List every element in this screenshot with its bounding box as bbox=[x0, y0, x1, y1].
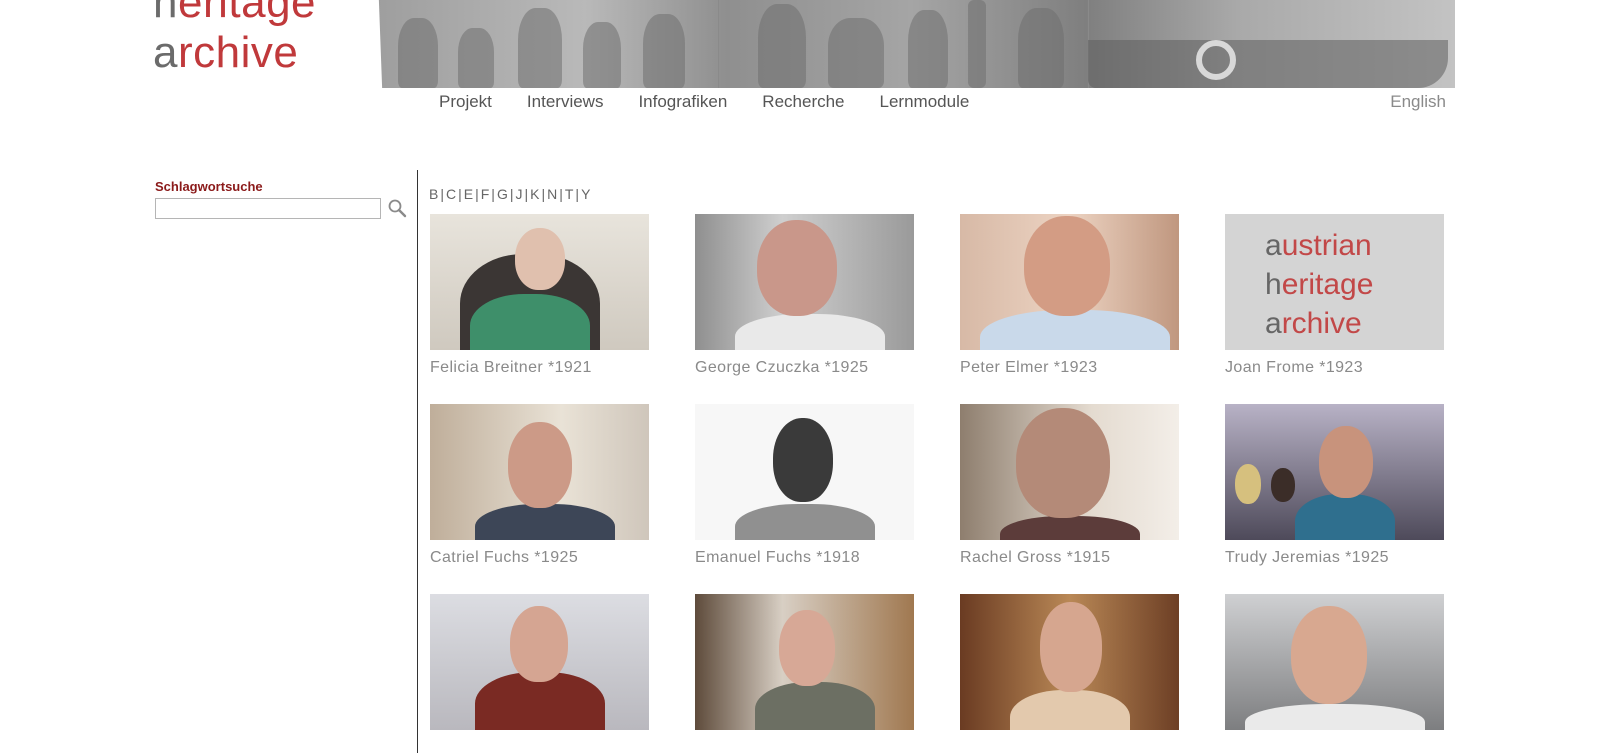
alpha-letter[interactable]: E bbox=[464, 186, 474, 202]
nav-lernmodule[interactable]: Lernmodule bbox=[880, 92, 970, 114]
interview-caption[interactable]: Rachel Gross *1915 bbox=[960, 549, 1179, 567]
nav-interviews[interactable]: Interviews bbox=[527, 92, 604, 114]
interview-card[interactable] bbox=[430, 594, 649, 739]
site-logo[interactable]: heritage archive bbox=[153, 0, 316, 78]
nav-projekt[interactable]: Projekt bbox=[439, 92, 492, 114]
interview-card[interactable]: Peter Elmer *1923 bbox=[960, 214, 1179, 377]
interview-photo[interactable] bbox=[960, 404, 1179, 540]
interview-caption[interactable]: George Czuczka *1925 bbox=[695, 359, 914, 377]
interview-photo[interactable] bbox=[1225, 404, 1444, 540]
sidebar-divider bbox=[417, 170, 418, 753]
alpha-letter[interactable]: B bbox=[429, 186, 439, 202]
main-nav: Projekt Interviews Infografiken Recherch… bbox=[439, 92, 1004, 114]
interview-card[interactable]: Catriel Fuchs *1925 bbox=[430, 404, 649, 567]
logo-line-1: heritage bbox=[153, 0, 317, 27]
interview-caption[interactable]: Felicia Breitner *1921 bbox=[430, 359, 649, 377]
alpha-letter[interactable]: J bbox=[515, 186, 523, 202]
alphabet-filter: B|C|E|F|G|J|K|N|T|Y bbox=[429, 186, 592, 202]
interview-photo[interactable] bbox=[695, 404, 914, 540]
interview-photo[interactable] bbox=[430, 404, 649, 540]
alpha-letter[interactable]: K bbox=[530, 186, 540, 202]
interview-photo[interactable] bbox=[960, 214, 1179, 350]
interview-caption[interactable]: Peter Elmer *1923 bbox=[960, 359, 1179, 377]
nav-recherche[interactable]: Recherche bbox=[762, 92, 844, 114]
search-button[interactable] bbox=[387, 198, 407, 218]
interview-photo[interactable] bbox=[1225, 594, 1444, 730]
keyword-search-input[interactable] bbox=[155, 198, 381, 219]
interview-caption[interactable]: Trudy Jeremias *1925 bbox=[1225, 549, 1444, 567]
logo-line-2: archive bbox=[153, 28, 299, 77]
alpha-letter[interactable]: T bbox=[565, 186, 575, 202]
interview-card[interactable]: Emanuel Fuchs *1918 bbox=[695, 404, 914, 567]
interview-photo[interactable] bbox=[695, 594, 914, 730]
interview-card[interactable] bbox=[695, 594, 914, 739]
language-switch-english[interactable]: English bbox=[1390, 92, 1446, 112]
interview-photo[interactable] bbox=[430, 214, 649, 350]
interview-card[interactable]: George Czuczka *1925 bbox=[695, 214, 914, 377]
interview-card[interactable]: austrian heritage archive Joan Frome *19… bbox=[1225, 214, 1444, 377]
keyword-search-label: Schlagwortsuche bbox=[155, 179, 263, 194]
interview-photo[interactable] bbox=[430, 594, 649, 730]
interview-photo[interactable] bbox=[960, 594, 1179, 730]
alpha-letter[interactable]: F bbox=[481, 186, 491, 202]
interview-caption[interactable]: Catriel Fuchs *1925 bbox=[430, 549, 649, 567]
alpha-letter[interactable]: N bbox=[547, 186, 558, 202]
interview-card[interactable]: Felicia Breitner *1921 bbox=[430, 214, 649, 377]
interview-card[interactable] bbox=[1225, 594, 1444, 739]
interview-card[interactable] bbox=[960, 594, 1179, 739]
alpha-letter[interactable]: C bbox=[446, 186, 457, 202]
magnifier-icon bbox=[388, 199, 407, 218]
interview-caption[interactable]: Emanuel Fuchs *1918 bbox=[695, 549, 914, 567]
page: heritage archive Projekt Interviews Info… bbox=[0, 0, 1600, 753]
alpha-letter[interactable]: G bbox=[497, 186, 509, 202]
alpha-letter[interactable]: Y bbox=[581, 186, 591, 202]
interview-photo[interactable] bbox=[695, 214, 914, 350]
placeholder-logo[interactable]: austrian heritage archive bbox=[1225, 214, 1444, 350]
nav-infografiken[interactable]: Infografiken bbox=[638, 92, 727, 114]
interview-card[interactable]: Trudy Jeremias *1925 bbox=[1225, 404, 1444, 567]
interview-card[interactable]: Rachel Gross *1915 bbox=[960, 404, 1179, 567]
header-photo-banner bbox=[378, 0, 1455, 88]
interview-caption[interactable]: Joan Frome *1923 bbox=[1225, 359, 1444, 377]
